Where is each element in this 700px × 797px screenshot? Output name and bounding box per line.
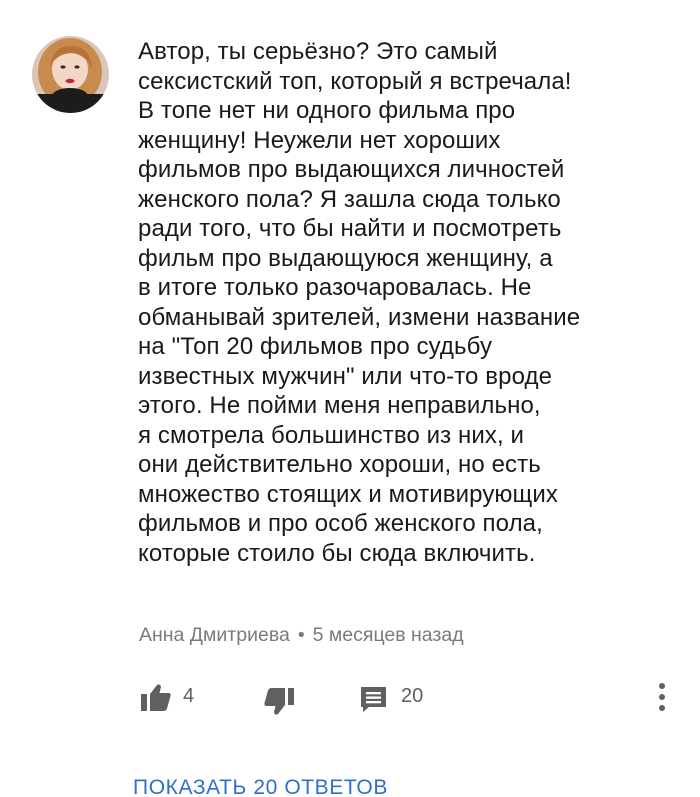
meta-separator: •	[297, 624, 305, 646]
show-replies-button[interactable]: ПОКАЗАТЬ 20 ОТВЕТОВ	[133, 776, 388, 797]
comment-text: Автор, ты серьёзно? Это самый сексистски…	[138, 38, 581, 567]
comment-time: 5 месяцев назад	[312, 624, 464, 646]
comment-icon[interactable]	[360, 686, 387, 718]
avatar[interactable]	[32, 36, 109, 113]
more-vert-icon[interactable]	[657, 682, 667, 717]
comment-meta: Анна Дмитриева • 5 месяцев назад	[139, 624, 464, 647]
thumbs-up-icon[interactable]	[141, 684, 171, 716]
avatar-image	[32, 36, 109, 113]
thumbs-down-icon[interactable]	[264, 688, 294, 720]
author-name[interactable]: Анна Дмитриева	[139, 624, 290, 646]
comment-actions: 4 20	[0, 676, 700, 720]
reply-count: 20	[401, 685, 424, 707]
like-count: 4	[183, 685, 195, 707]
comment-card: Автор, ты серьёзно? Это самый сексистски…	[0, 0, 700, 797]
